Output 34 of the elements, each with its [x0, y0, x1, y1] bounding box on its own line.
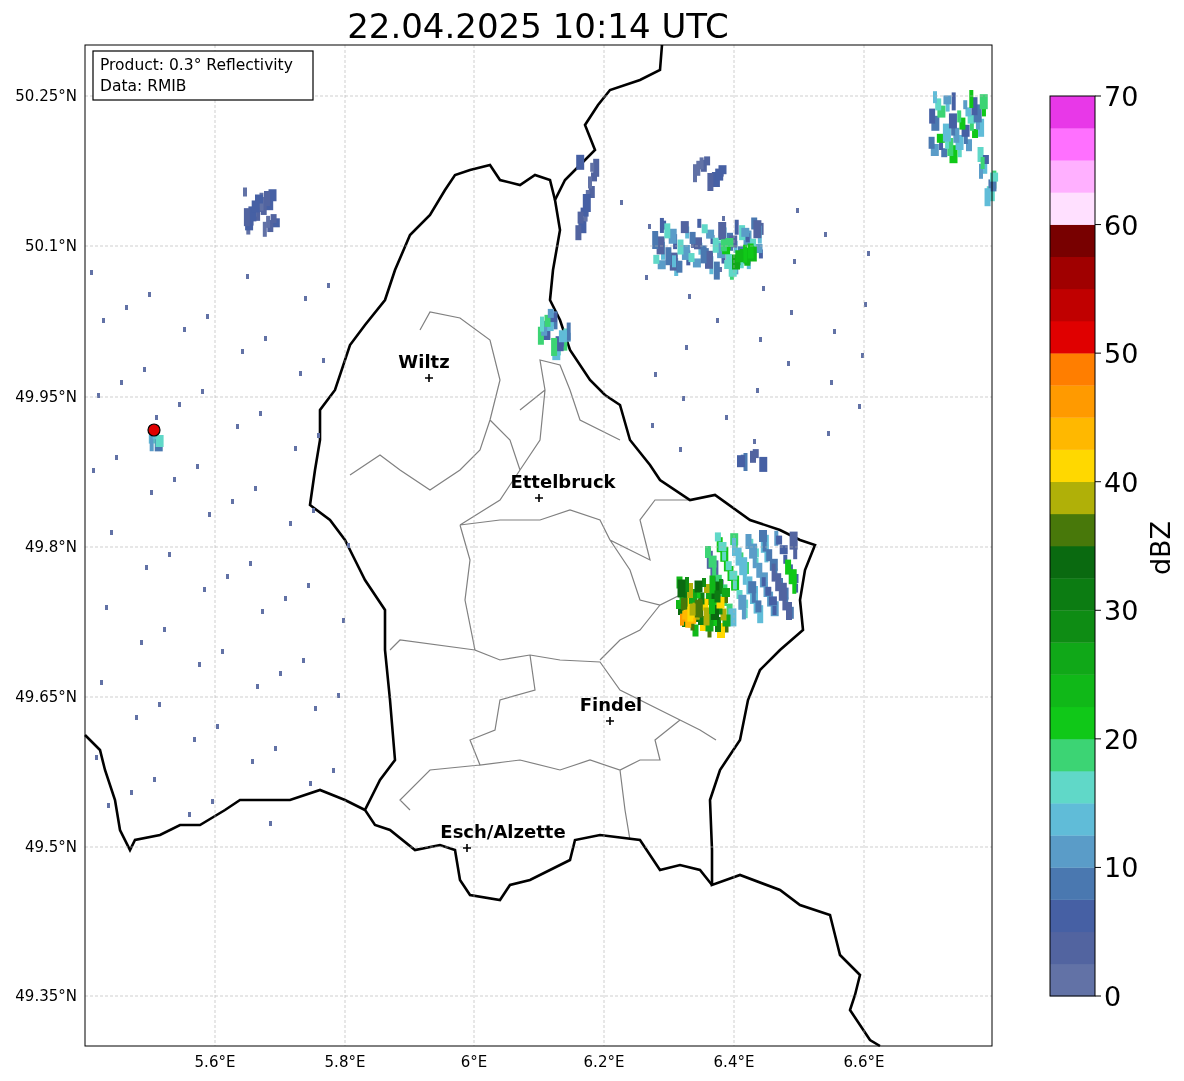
- axis-tick-label: 49.95°N: [15, 388, 77, 406]
- city-marker-icon: [534, 493, 544, 503]
- colorbar-tick-label: 60: [1104, 209, 1139, 241]
- axis-tick-label: 6.4°E: [713, 1053, 755, 1071]
- chart-title: 22.04.2025 10:14 UTC: [347, 6, 729, 46]
- axis-tick-label: 50.1°N: [24, 237, 77, 255]
- city-label: Ettelbruck: [510, 471, 616, 492]
- axis-tick-label: 49.65°N: [15, 688, 77, 706]
- info-text: Product: 0.3° Reflectivity: [100, 56, 293, 74]
- colorbar-tick-label: 50: [1104, 338, 1139, 370]
- axis-tick-label: 6.6°E: [843, 1053, 885, 1071]
- colorbar-tick-label: 0: [1104, 981, 1122, 1012]
- city-label: Esch/Alzette: [440, 821, 566, 842]
- colorbar-label: dBZ: [1145, 520, 1176, 576]
- axis-tick-label: 49.5°N: [24, 838, 77, 856]
- axis-tick-label: 6°E: [460, 1053, 488, 1071]
- colorbar-tick-label: 40: [1104, 466, 1139, 498]
- axis-tick-label: 6.2°E: [583, 1053, 625, 1071]
- city-marker-icon: [424, 373, 434, 383]
- city-label: Wiltz: [398, 351, 450, 372]
- colorbar-tick-label: 30: [1104, 595, 1139, 627]
- axis-tick-label: 5.6°E: [194, 1053, 236, 1071]
- colorbar-tick-label: 70: [1104, 81, 1139, 112]
- city-marker-icon: [605, 716, 615, 726]
- colorbar-tick-label: 20: [1104, 723, 1139, 755]
- axis-tick-label: 49.8°N: [24, 538, 77, 556]
- city-label: Findel: [579, 694, 643, 715]
- axis-tick-label: 50.25°N: [15, 87, 77, 105]
- info-text: Data: RMIB: [100, 77, 187, 95]
- city-marker-icon: [462, 843, 472, 853]
- axis-tick-label: 5.8°E: [324, 1053, 366, 1071]
- axis-tick-label: 49.35°N: [15, 987, 77, 1005]
- radar-site-marker: [147, 423, 161, 437]
- colorbar-tick-label: 10: [1104, 852, 1139, 884]
